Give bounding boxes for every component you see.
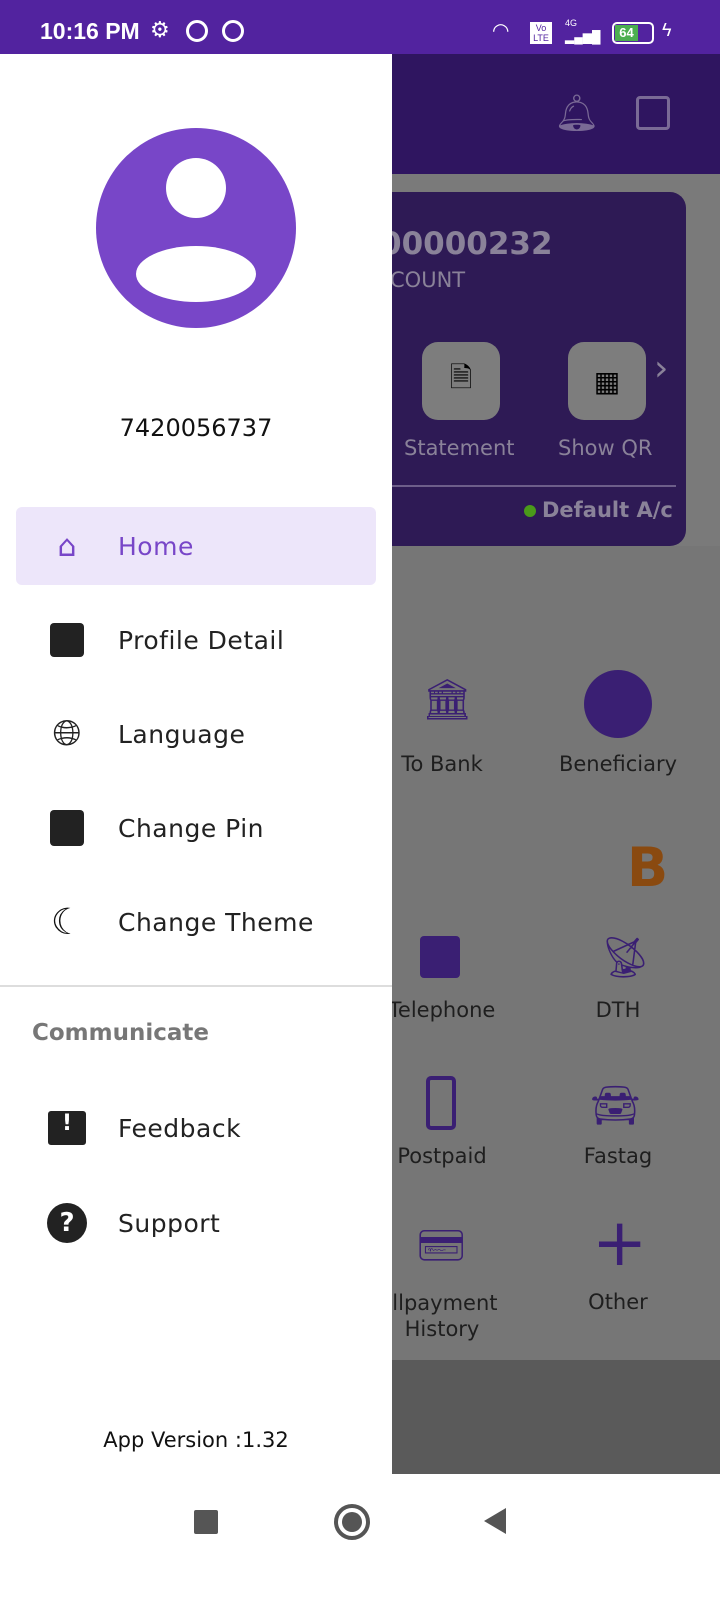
service-dth[interactable]: DTH	[538, 998, 698, 1022]
fastag-icon: 🚘︎	[590, 1083, 641, 1129]
postpaid-icon	[426, 1076, 456, 1130]
menu-label: Change Pin	[118, 813, 264, 843]
show-qr-button[interactable]: ▦	[568, 342, 646, 420]
statement-button[interactable]: 🗎	[422, 342, 500, 420]
profile-icon	[16, 623, 118, 657]
menu-label: Feedback	[118, 1113, 242, 1143]
statement-icon: 🗎	[449, 361, 473, 394]
menu-profile-detail[interactable]: Profile Detail	[16, 601, 376, 679]
battery-level: 64	[615, 25, 639, 41]
show-qr-label: Show QR	[558, 436, 653, 460]
home-icon: ⌂	[57, 528, 77, 564]
menu-label: Change Theme	[118, 907, 314, 937]
globe-icon: 🌐︎	[52, 713, 82, 754]
menu-label: Support	[118, 1208, 221, 1238]
status-bar: 10:16 PM ⚙ ◠ Vo LTE 4G ▂▄▆█ 64 ϟ	[0, 0, 720, 54]
volte-icon: Vo LTE	[530, 22, 552, 44]
home-button[interactable]	[334, 1504, 370, 1540]
menu-support[interactable]: ? Support	[16, 1184, 376, 1262]
moon-icon: ☾	[50, 901, 84, 943]
wifi-icon: ◠	[492, 20, 510, 42]
menu-label: Language	[118, 719, 246, 749]
navigation-drawer: 7420056737 ⌂ Home Profile Detail 🌐︎ Langua…	[0, 54, 392, 1474]
phone-number: 7420056737	[119, 414, 273, 442]
telephone-icon	[420, 936, 460, 978]
network-type: 4G	[565, 18, 578, 28]
qr-icon: ▦	[593, 364, 621, 398]
brand-logo: B	[627, 836, 669, 899]
app-notification-icon	[186, 20, 208, 42]
signal-icon: ▂▄▆█	[565, 30, 601, 44]
avatar-head	[166, 158, 226, 218]
statement-label: Statement	[404, 436, 515, 460]
system-nav-bar	[0, 1474, 720, 1600]
card-payment-icon: 💳︎	[416, 1223, 467, 1269]
beneficiary-icon	[584, 670, 652, 738]
feedback-icon: !	[16, 1111, 118, 1145]
logout-icon[interactable]	[636, 96, 670, 130]
menu-change-theme[interactable]: ☾ Change Theme	[16, 883, 376, 961]
service-beneficiary[interactable]: Beneficiary	[538, 752, 698, 776]
app-header: 🔔︎	[392, 54, 720, 174]
app-version: App Version :1.32	[103, 1428, 289, 1452]
avatar[interactable]	[96, 128, 296, 328]
bank-icon: 🏛︎	[422, 677, 473, 723]
status-time: 10:16 PM	[40, 18, 140, 44]
menu-feedback[interactable]: ! Feedback	[16, 1089, 376, 1167]
settings-icon: ⚙	[150, 17, 170, 42]
help-icon: ?	[16, 1203, 118, 1243]
service-other[interactable]: Other	[538, 1290, 698, 1314]
account-card: 00000232 COUNT 🗎 Statement ▦ Show QR › D…	[360, 192, 686, 546]
dth-icon: 📡︎	[600, 935, 651, 981]
avatar-body	[136, 246, 256, 302]
bell-icon[interactable]: 🔔︎	[554, 92, 600, 134]
back-button[interactable]	[484, 1508, 506, 1534]
menu-label: Home	[118, 531, 194, 561]
menu-language[interactable]: 🌐︎ Language	[16, 695, 376, 773]
menu-label: Profile Detail	[118, 625, 285, 655]
account-number: 00000232	[380, 226, 553, 262]
divider	[390, 485, 676, 487]
service-fastag[interactable]: Fastag	[538, 1144, 698, 1168]
bottom-bar	[392, 1360, 720, 1474]
menu-change-pin[interactable]: Change Pin	[16, 789, 376, 867]
services-area: 🏛︎ To Bank Beneficiary B Telephone 📡︎ DT…	[386, 546, 720, 1360]
default-label: Default A/c	[542, 498, 673, 522]
section-communicate: Communicate	[32, 1020, 209, 1046]
divider	[0, 985, 392, 987]
account-type: COUNT	[390, 268, 466, 292]
pin-icon	[16, 810, 118, 846]
chevron-right-icon[interactable]: ›	[654, 348, 668, 389]
charging-icon: ϟ	[662, 20, 672, 40]
app-notification-icon	[222, 20, 244, 42]
menu-home[interactable]: ⌂ Home	[16, 507, 376, 585]
recents-button[interactable]	[194, 1510, 218, 1534]
battery-icon: 64	[612, 22, 654, 44]
plus-icon: +	[592, 1204, 648, 1281]
default-dot	[524, 505, 536, 517]
